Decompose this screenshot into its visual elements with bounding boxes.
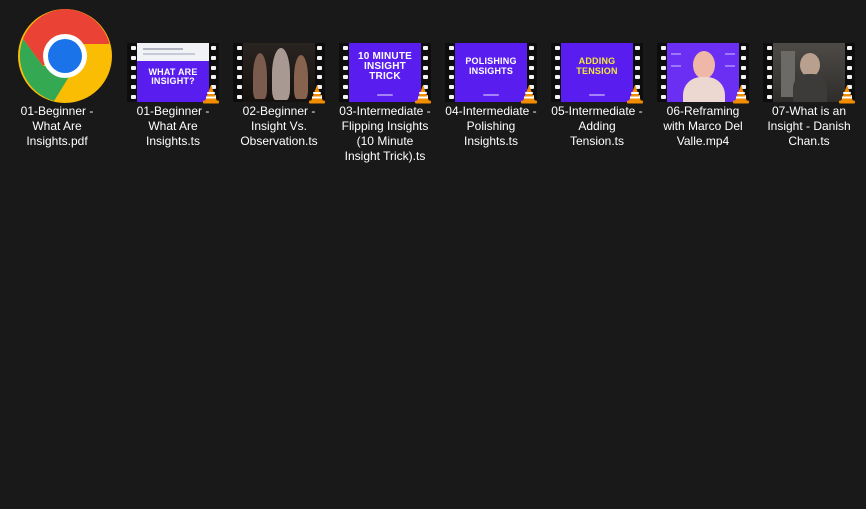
vlc-icon <box>521 85 537 104</box>
thumb-title: 10 MINUTE INSIGHT TRICK <box>357 51 413 82</box>
video-thumbnail <box>233 43 325 104</box>
thumb-title: ADDING TENSION <box>576 56 618 76</box>
file-item-video[interactable]: 02-Beginner - Insight Vs. Observation.ts <box>227 8 327 176</box>
file-name-label: 05-Intermediate - Adding Tension.ts <box>551 104 643 148</box>
vlc-icon <box>627 85 643 104</box>
file-name-label: 01-Beginner - What Are Insights.pdf <box>20 104 94 148</box>
video-thumbnail: ADDING TENSION <box>551 43 643 104</box>
thumb-title: WHAT ARE INSIGHT? <box>148 67 198 86</box>
file-grid: 01-Beginner - What Are Insights.pdf WHAT… <box>0 0 866 509</box>
file-item-video[interactable]: WHAT ARE INSIGHT? 01-Beginner - What Are… <box>121 8 221 176</box>
file-item-pdf[interactable]: 01-Beginner - What Are Insights.pdf <box>9 8 112 176</box>
file-name-label: 04-Intermediate - Polishing Insights.ts <box>445 104 537 148</box>
file-item-video[interactable]: 10 MINUTE INSIGHT TRICK 03-Intermediate … <box>333 8 433 176</box>
file-item-video[interactable]: ADDING TENSION 05-Intermediate - Adding … <box>545 8 645 176</box>
vlc-icon <box>309 85 325 104</box>
video-thumbnail <box>763 43 855 104</box>
vlc-icon <box>839 85 855 104</box>
video-thumbnail: 10 MINUTE INSIGHT TRICK <box>339 43 431 104</box>
file-name-label: 06-Reframing with Marco Del Valle.mp4 <box>663 104 743 148</box>
file-name-label: 02-Beginner - Insight Vs. Observation.ts <box>240 104 318 148</box>
file-item-video[interactable]: 07-What is an Insight - Danish Chan.ts <box>757 8 857 176</box>
vlc-icon <box>415 85 431 104</box>
chrome-icon <box>17 8 113 104</box>
file-item-video[interactable]: 06-Reframing with Marco Del Valle.mp4 <box>651 8 751 176</box>
file-name-label: 07-What is an Insight - Danish Chan.ts <box>767 104 851 148</box>
file-item-video[interactable]: POLISHING INSIGHTS 04-Intermediate - Pol… <box>439 8 539 176</box>
vlc-icon <box>203 85 219 104</box>
video-thumbnail: WHAT ARE INSIGHT? <box>127 43 219 104</box>
file-name-label: 01-Beginner - What Are Insights.ts <box>136 104 210 148</box>
thumb-title: POLISHING INSIGHTS <box>465 56 517 76</box>
video-thumbnail <box>657 43 749 104</box>
file-name-label: 03-Intermediate - Flipping Insights (10 … <box>339 104 431 163</box>
video-thumbnail: POLISHING INSIGHTS <box>445 43 537 104</box>
vlc-icon <box>733 85 749 104</box>
